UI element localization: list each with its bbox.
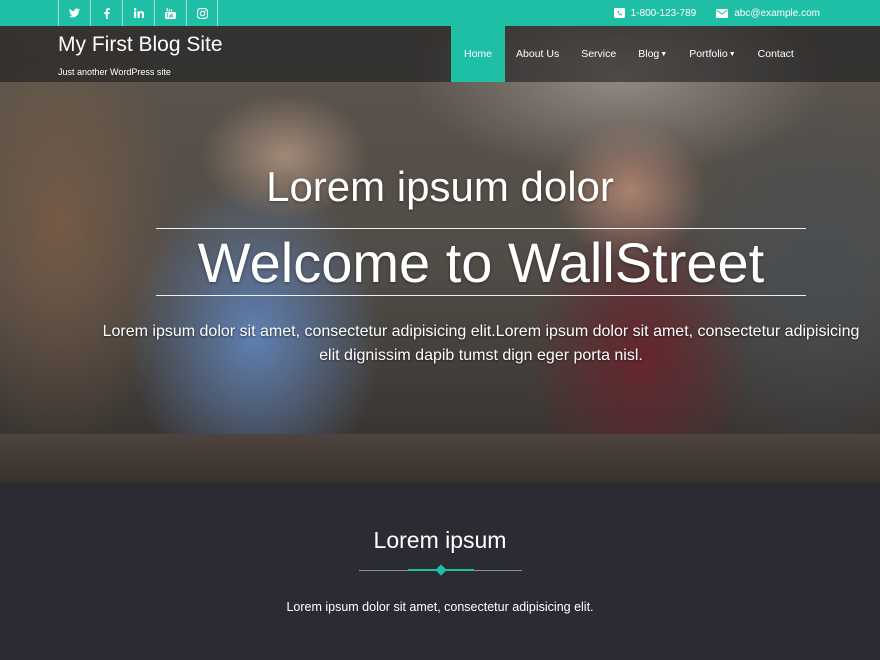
nav-item-contact[interactable]: Contact bbox=[747, 26, 805, 82]
hero-title-top-rule bbox=[156, 228, 806, 229]
nav-label-portfolio: Portfolio bbox=[689, 48, 728, 60]
email-address: abc@example.com bbox=[734, 7, 820, 19]
facebook-icon[interactable] bbox=[90, 0, 122, 26]
nav-item-portfolio[interactable]: Portfolio ▼ bbox=[678, 26, 746, 82]
envelope-icon bbox=[716, 8, 729, 18]
instagram-icon[interactable] bbox=[186, 0, 218, 26]
youtube-icon[interactable] bbox=[154, 0, 186, 26]
divider-diamond-icon bbox=[435, 564, 447, 576]
email-contact[interactable]: abc@example.com bbox=[716, 8, 820, 19]
site-title[interactable]: My First Blog Site bbox=[58, 33, 223, 57]
hero-table-surface bbox=[0, 434, 880, 482]
hero-title: Welcome to WallStreet bbox=[197, 231, 765, 294]
phone-contact[interactable]: 1-800-123-789 bbox=[613, 7, 697, 19]
nav-label-home: Home bbox=[464, 48, 493, 60]
social-links bbox=[58, 0, 218, 26]
hero-title-bottom-rule bbox=[156, 295, 806, 296]
twitter-icon[interactable] bbox=[58, 0, 90, 26]
section-title: Lorem ipsum bbox=[373, 527, 507, 553]
contact-info: 1-800-123-789 abc@example.com bbox=[594, 0, 820, 26]
phone-number: 1-800-123-789 bbox=[630, 7, 697, 19]
nav-item-home[interactable]: Home bbox=[451, 26, 506, 82]
nav-item-about-us[interactable]: About Us bbox=[505, 26, 570, 82]
main-nav: Home About Us Service Blog ▼ Portfolio ▼ C… bbox=[451, 26, 805, 82]
linkedin-icon[interactable] bbox=[122, 0, 154, 26]
section-divider bbox=[359, 564, 522, 576]
site-tagline: Just another WordPress site bbox=[58, 67, 171, 77]
nav-label-service: Service bbox=[581, 48, 617, 60]
section-text: Lorem ipsum dolor sit amet, consectetur … bbox=[286, 600, 594, 614]
nav-label-about-us: About Us bbox=[516, 48, 560, 60]
nav-label-contact: Contact bbox=[757, 48, 794, 60]
nav-item-blog[interactable]: Blog ▼ bbox=[627, 26, 678, 82]
hero-subtitle: Lorem ipsum dolor bbox=[266, 163, 614, 210]
site-header: My First Blog Site Just another WordPres… bbox=[0, 26, 880, 82]
nav-label-blog: Blog bbox=[638, 48, 660, 60]
nav-item-service[interactable]: Service bbox=[570, 26, 627, 82]
caret-down-icon: ▼ bbox=[728, 50, 736, 58]
caret-down-icon: ▼ bbox=[660, 50, 668, 58]
top-bar: 1-800-123-789 abc@example.com bbox=[0, 0, 880, 26]
hero-description: Lorem ipsum dolor sit amet, consectetur … bbox=[102, 323, 860, 364]
phone-icon bbox=[613, 8, 625, 18]
